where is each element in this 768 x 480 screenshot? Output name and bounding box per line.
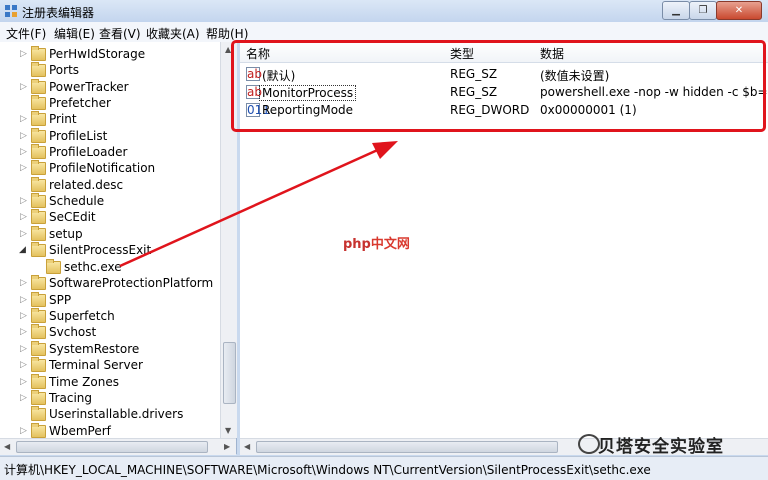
watermark-php: php中文网 (343, 233, 410, 252)
watermark-php-cn: 中文网 (370, 237, 410, 252)
values-hscroll-thumb[interactable] (256, 441, 558, 453)
status-path: 计算机\HKEY_LOCAL_MACHINE\SOFTWARE\Microsof… (4, 463, 651, 477)
status-bar: 计算机\HKEY_LOCAL_MACHINE\SOFTWARE\Microsof… (0, 456, 768, 480)
watermark-lab: 贝塔安全实验室 (598, 437, 724, 457)
wechat-icon (578, 434, 600, 454)
scroll-left-icon[interactable]: ◀ (244, 442, 250, 451)
watermark-php-text: php (343, 237, 371, 252)
